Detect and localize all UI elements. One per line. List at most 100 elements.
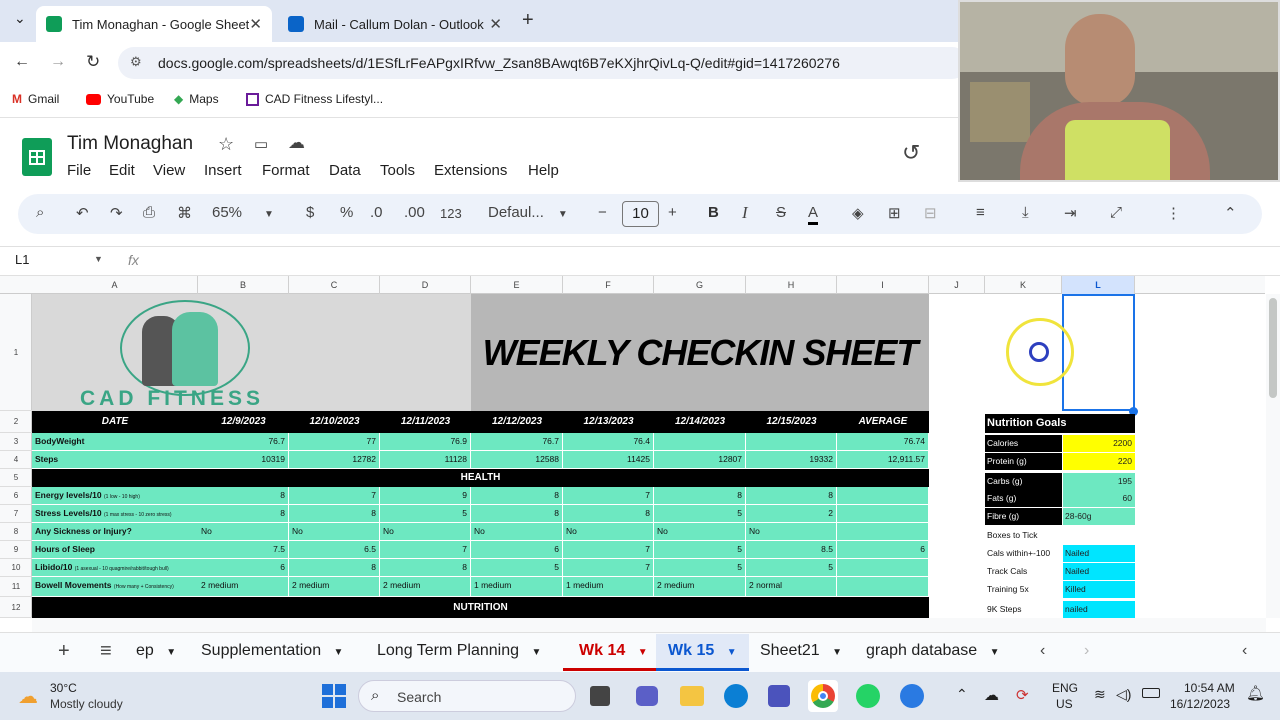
clock-date[interactable]: 16/12/2023 [1170, 697, 1230, 711]
data-cell[interactable]: 2 medium [654, 577, 746, 597]
url-input[interactable]: ⚙ docs.google.com/spreadsheets/d/1ESfLrF… [118, 47, 968, 79]
goal-value[interactable]: 220 [1063, 453, 1135, 470]
wifi-icon[interactable]: ≋ [1094, 686, 1106, 703]
percent-format-button[interactable]: % [340, 204, 353, 221]
bookmark-gmail[interactable]: M Gmail [12, 92, 59, 106]
average-cell[interactable]: 6 [837, 541, 929, 559]
column-header-h[interactable]: H [746, 276, 837, 294]
tick-label[interactable]: Cals within+-100 [985, 545, 1062, 562]
data-cell[interactable]: 7 [289, 487, 380, 505]
data-cell[interactable]: 8 [198, 487, 289, 505]
data-cell[interactable]: 8 [380, 559, 471, 577]
data-cell[interactable]: No [471, 523, 563, 541]
data-cell[interactable]: 8 [746, 487, 837, 505]
data-cell[interactable]: 8 [198, 505, 289, 523]
data-cell[interactable]: 8 [654, 487, 746, 505]
row-header-9[interactable]: 9 [0, 541, 32, 559]
data-cell[interactable]: 8 [289, 559, 380, 577]
notifications-icon[interactable]: 🔔︎ [1246, 684, 1265, 702]
row-header-7[interactable]: 7 [0, 505, 32, 523]
ticks-title[interactable]: Boxes to Tick [985, 527, 1062, 544]
undo-icon[interactable]: ↶ [76, 204, 89, 222]
scroll-tabs-left-icon[interactable]: ‹ [1040, 642, 1045, 660]
chrome-taskbar-button[interactable] [808, 680, 838, 712]
sheets-logo-icon[interactable] [22, 138, 52, 176]
row-header-2[interactable]: 2 [0, 411, 32, 433]
taskbar-search[interactable]: ⌕ Search [358, 680, 576, 712]
menu-help[interactable]: Help [528, 162, 559, 179]
data-cell[interactable]: 76.4 [563, 433, 654, 451]
language-label[interactable]: ENG [1052, 681, 1078, 695]
more-options-icon[interactable]: ⋮ [1166, 204, 1181, 222]
header-date[interactable]: DATE [32, 412, 198, 432]
header-cell[interactable]: AVERAGE [837, 412, 929, 432]
label-sickness[interactable]: Any Sickness or Injury? [32, 523, 198, 541]
data-cell[interactable]: 12807 [654, 451, 746, 469]
menu-data[interactable]: Data [329, 162, 361, 179]
weather-icon[interactable]: ☁ [18, 684, 38, 709]
section-nutrition[interactable]: NUTRITION [32, 597, 929, 618]
average-cell[interactable]: 12,911.57 [837, 451, 929, 469]
clock-time[interactable]: 10:54 AM [1184, 681, 1235, 695]
tick-label[interactable]: Training 5x [985, 581, 1062, 598]
version-history-icon[interactable]: ↺ [902, 140, 920, 166]
data-cell[interactable]: 7 [380, 541, 471, 559]
goal-value[interactable]: 60 [1063, 490, 1135, 507]
label-stress[interactable]: Stress Levels/10 (1 max stress - 10 zero… [32, 505, 198, 523]
star-icon[interactable]: ☆ [218, 134, 234, 155]
weather-temp[interactable]: 30°C [50, 681, 77, 695]
sheet-tab-ep[interactable]: ep ▼ [136, 642, 176, 660]
zoom-select[interactable]: 65% ▼ [212, 204, 274, 221]
data-cell[interactable]: 8 [289, 505, 380, 523]
font-size-decrease-button[interactable]: − [598, 204, 607, 221]
data-cell[interactable]: 5 [380, 505, 471, 523]
average-cell[interactable] [837, 505, 929, 523]
search-menus-icon[interactable]: ⌕ [36, 204, 44, 221]
data-cell[interactable]: 6 [471, 541, 563, 559]
close-icon[interactable]: ✕ [249, 15, 262, 33]
new-tab-icon[interactable]: + [522, 9, 534, 32]
name-box-dropdown-icon[interactable]: ▼ [94, 254, 103, 264]
document-title[interactable]: Tim Monaghan [67, 133, 193, 155]
bookmark-cad-fitness[interactable]: CAD Fitness Lifestyl... [246, 92, 383, 106]
label-libido[interactable]: Libido/10 (1 asexual - 10 quagmire/rabbi… [32, 559, 198, 577]
data-cell[interactable]: 2 medium [289, 577, 380, 597]
menu-view[interactable]: View [153, 162, 185, 179]
reload-icon[interactable]: ↻ [86, 52, 100, 72]
column-header-d[interactable]: D [380, 276, 471, 294]
bold-button[interactable]: B [708, 204, 719, 221]
data-cell[interactable]: 11128 [380, 451, 471, 469]
label-bodyweight[interactable]: BodyWeight [32, 433, 198, 451]
data-cell[interactable]: 5 [654, 541, 746, 559]
column-header-g[interactable]: G [654, 276, 746, 294]
header-cell[interactable]: 12/12/2023 [471, 412, 563, 432]
data-cell[interactable]: 5 [654, 505, 746, 523]
vertical-scrollbar[interactable] [1266, 294, 1280, 618]
data-cell[interactable]: 8 [471, 505, 563, 523]
header-cell[interactable]: 12/14/2023 [654, 412, 746, 432]
row-header-10[interactable]: 10 [0, 559, 32, 577]
cloud-saved-icon[interactable]: ☁ [288, 133, 305, 153]
row-header-6[interactable]: 6 [0, 487, 32, 505]
data-cell[interactable]: 1 medium [471, 577, 563, 597]
average-cell[interactable]: 76.74 [837, 433, 929, 451]
tick-value[interactable]: Killed [1063, 581, 1135, 598]
data-cell[interactable]: 7.5 [198, 541, 289, 559]
row-header-4[interactable]: 4 [0, 451, 32, 469]
weather-desc[interactable]: Mostly cloudy [50, 697, 123, 711]
text-wrapping-icon[interactable]: ⇥ [1064, 204, 1077, 222]
average-cell[interactable] [837, 559, 929, 577]
goal-label[interactable]: Fats (g) [985, 490, 1062, 507]
menu-extensions[interactable]: Extensions [434, 162, 507, 179]
back-icon[interactable]: ← [14, 53, 30, 71]
label-steps[interactable]: Steps [32, 451, 198, 469]
text-rotation-icon[interactable]: ⤢ [1110, 204, 1122, 221]
data-cell[interactable]: 2 medium [380, 577, 471, 597]
data-cell[interactable]: 12588 [471, 451, 563, 469]
whatsapp-icon[interactable] [856, 684, 880, 708]
increase-decimal-button[interactable]: .00 [404, 204, 425, 221]
paint-format-icon[interactable]: ⌘ [177, 204, 192, 222]
data-cell[interactable] [654, 433, 746, 451]
menu-file[interactable]: File [67, 162, 91, 179]
header-cell[interactable]: 12/13/2023 [563, 412, 654, 432]
